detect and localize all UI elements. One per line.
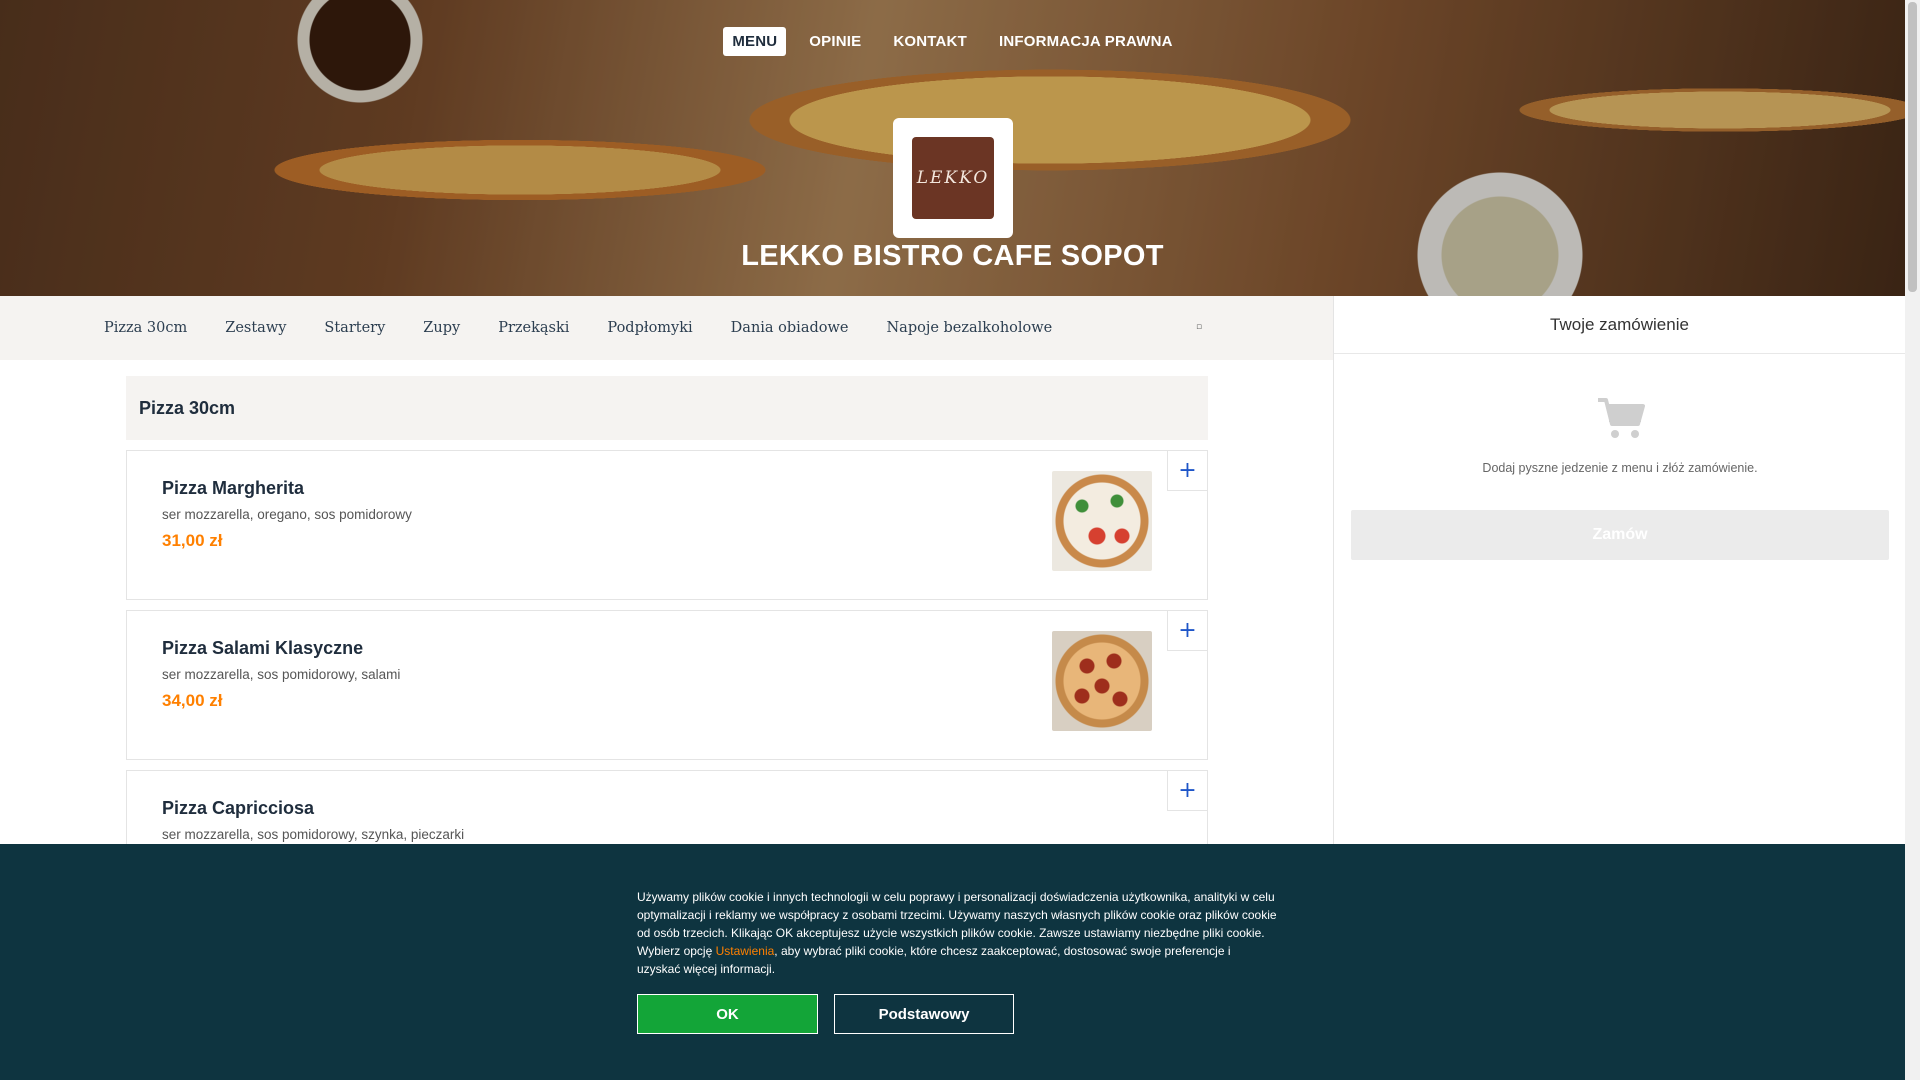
dish-price: 34,00 zł	[162, 691, 223, 710]
add-to-basket-button[interactable]: +	[1167, 611, 1207, 651]
basket-title: Twoje zamówienie	[1334, 296, 1905, 354]
dish-name: Pizza Salami Klasyczne	[162, 638, 364, 658]
dish-description: ser mozzarella, sos pomidorowy, szynka, …	[162, 827, 465, 842]
category-dania-obiadowe[interactable]: Dania obiadowe	[731, 320, 849, 336]
scrollbar[interactable]	[1905, 0, 1920, 1080]
top-navigation: MENU OPINIE KONTAKT INFORMACJA PRAWNA	[0, 27, 1905, 56]
dish-card[interactable]: Pizza Salami Klasyczne ser mozzarella, s…	[126, 610, 1208, 760]
dish-name: Pizza Margherita	[162, 478, 305, 498]
restaurant-logo: LEKKO	[893, 118, 1013, 238]
category-przekaski[interactable]: Przekąski	[498, 320, 569, 336]
dish-price: 31,00 zł	[162, 531, 223, 550]
logo-image: LEKKO	[912, 137, 994, 219]
category-pizza-30cm[interactable]: Pizza 30cm	[104, 320, 187, 336]
nav-contact[interactable]: KONTAKT	[884, 27, 976, 56]
cookie-basic-button[interactable]: Podstawowy	[834, 994, 1014, 1034]
nav-menu[interactable]: MENU	[723, 27, 787, 56]
nav-reviews[interactable]: OPINIE	[800, 27, 870, 56]
scrollbar-thumb[interactable]	[1908, 2, 1917, 292]
cookie-banner: Używamy plików cookie i innych technolog…	[0, 844, 1905, 1080]
add-to-basket-button[interactable]: +	[1167, 451, 1207, 491]
cookie-ok-button[interactable]: OK	[637, 994, 818, 1034]
category-zupy[interactable]: Zupy	[423, 320, 460, 336]
nav-legal-info[interactable]: INFORMACJA PRAWNA	[990, 27, 1182, 56]
dish-image	[1052, 631, 1152, 731]
hero-banner: MENU OPINIE KONTAKT INFORMACJA PRAWNA LE…	[0, 0, 1905, 296]
category-bar: Pizza 30cm Zestawy Startery Zupy Przekąs…	[0, 296, 1333, 360]
restaurant-name: LEKKO BISTRO CAFE SOPOT	[741, 240, 1164, 272]
order-button[interactable]: Zamów	[1351, 510, 1889, 560]
dish-description: ser mozzarella, sos pomidorowy, salami	[162, 667, 401, 682]
logo-text: LEKKO	[916, 168, 990, 188]
dish-image	[1052, 471, 1152, 571]
category-startery[interactable]: Startery	[324, 320, 385, 336]
add-to-basket-button[interactable]: +	[1167, 771, 1207, 811]
cookie-settings-link[interactable]: Ustawienia	[716, 944, 775, 958]
cookie-text: Używamy plików cookie i innych technolog…	[637, 888, 1277, 978]
section-title: Pizza 30cm	[126, 376, 1208, 440]
category-zestawy[interactable]: Zestawy	[225, 320, 286, 336]
category-podplomyki[interactable]: Podpłomyki	[607, 320, 692, 336]
more-categories-icon[interactable]: ▫	[1196, 322, 1202, 332]
basket-empty-message: Dodaj pyszne jedzenie z menu i złóż zamó…	[1482, 461, 1758, 475]
dish-card[interactable]: Pizza Margherita ser mozzarella, oregano…	[126, 450, 1208, 600]
menu-list: Pizza 30cm Pizza Margherita ser mozzarel…	[126, 376, 1208, 920]
dish-description: ser mozzarella, oregano, sos pomidorowy	[162, 507, 412, 522]
dish-name: Pizza Capricciosa	[162, 798, 315, 818]
category-napoje[interactable]: Napoje bezalkoholowe	[886, 320, 1052, 336]
cart-icon	[1598, 398, 1645, 438]
